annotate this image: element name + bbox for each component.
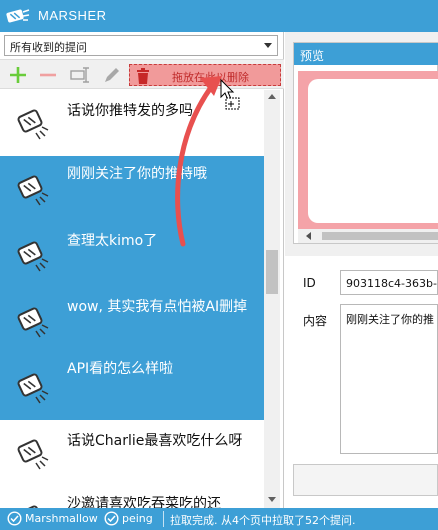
preview-panel: 预览 — [293, 42, 438, 244]
question-text: 查理太kimo了 — [67, 233, 158, 249]
marshmallow-logo-icon — [6, 9, 30, 23]
question-text: 话说你推特发的多吗 — [67, 103, 193, 119]
question-list: 话说你推特发的多吗 刚刚关注了你的推特哦 查理太kimo了 wow, 其实我有点… — [0, 90, 264, 508]
rename-icon[interactable] — [69, 64, 91, 86]
action-button[interactable] — [293, 464, 438, 496]
account-marshmallow[interactable]: Marshmallow — [25, 512, 98, 525]
check-circle-icon — [104, 511, 119, 526]
detail-pane: 预览 ID 903118c4-363b-4 内容 刚刚关注了你的推 — [285, 32, 438, 508]
question-text: 话说Charlie最喜欢吃什么呀 — [67, 433, 243, 449]
scrollbar-thumb[interactable] — [322, 232, 438, 240]
content-field[interactable]: 刚刚关注了你的推 — [340, 304, 438, 454]
account-peing[interactable]: peing — [122, 512, 153, 525]
scroll-up-arrow-icon[interactable] — [268, 94, 276, 99]
marshmallow-avatar-icon — [17, 373, 49, 404]
add-icon[interactable] — [7, 64, 29, 86]
preview-horizontal-scrollbar[interactable] — [298, 229, 438, 243]
marshmallow-avatar-icon — [17, 439, 49, 470]
scroll-down-arrow-icon[interactable] — [268, 497, 276, 502]
list-scrollbar[interactable] — [264, 90, 280, 508]
remove-icon[interactable] — [37, 64, 59, 86]
question-text: 沙邀请喜欢吃吞菜吃的还 — [67, 496, 221, 508]
question-text: API看的怎么样啦 — [67, 361, 174, 377]
question-item[interactable]: 查理太kimo了 — [0, 222, 264, 288]
scrollbar-thumb[interactable] — [266, 250, 278, 294]
question-text: 刚刚关注了你的推特哦 — [67, 166, 207, 182]
pencil-icon[interactable] — [101, 64, 123, 86]
id-label: ID — [303, 276, 316, 290]
drop-zone-label: 拖放在此以删除 — [172, 71, 249, 84]
marshmallow-avatar-icon — [17, 241, 49, 272]
marshmallow-avatar-icon — [17, 175, 49, 206]
question-item[interactable]: 话说你推特发的多吗 — [0, 90, 264, 156]
preview-card — [308, 79, 438, 223]
title-bar: MARSHER — [0, 0, 438, 32]
question-item[interactable]: 话说Charlie最喜欢吃什么呀 — [0, 420, 264, 486]
check-circle-icon — [7, 511, 22, 526]
marshmallow-avatar-icon — [17, 505, 43, 508]
delete-drop-zone[interactable]: 拖放在此以删除 — [129, 64, 281, 86]
question-list-pane: 所有收到的提问 拖放在此以删除 话说你推特发的多吗 刚刚关注了你的推特哦 查理太… — [0, 32, 284, 508]
marshmallow-avatar-icon — [17, 109, 49, 140]
question-item[interactable]: 刚刚关注了你的推特哦 — [0, 156, 264, 222]
chevron-down-icon — [264, 43, 272, 48]
status-divider — [163, 511, 164, 527]
status-bar: Marshmallow peing 拉取完成. 从4个页中拉取了52个提问. — [0, 508, 438, 530]
toolbar: 拖放在此以删除 — [0, 59, 284, 89]
preview-label: 预览 — [300, 49, 325, 63]
content-label: 内容 — [303, 314, 328, 328]
question-filter-dropdown[interactable]: 所有收到的提问 — [4, 35, 278, 56]
question-text: wow, 其实我有点怕被AI删掉 — [67, 299, 248, 315]
question-item[interactable]: API看的怎么样啦 — [0, 354, 264, 420]
question-details: ID 903118c4-363b-4 内容 刚刚关注了你的推 — [285, 256, 438, 508]
filter-selected-value: 所有收到的提问 — [10, 41, 87, 54]
trash-icon — [137, 68, 149, 84]
app-title: MARSHER — [38, 8, 107, 23]
preview-header: 预览 — [294, 43, 438, 65]
question-item[interactable]: 沙邀请喜欢吃吞菜吃的还 — [0, 486, 264, 508]
question-item[interactable]: wow, 其实我有点怕被AI删掉 — [0, 288, 264, 354]
scroll-left-arrow-icon[interactable] — [306, 232, 311, 240]
id-field[interactable]: 903118c4-363b-4 — [340, 270, 438, 295]
status-message: 拉取完成. 从4个页中拉取了52个提问. — [170, 514, 356, 527]
marshmallow-avatar-icon — [17, 307, 49, 338]
preview-image-area — [298, 71, 438, 231]
